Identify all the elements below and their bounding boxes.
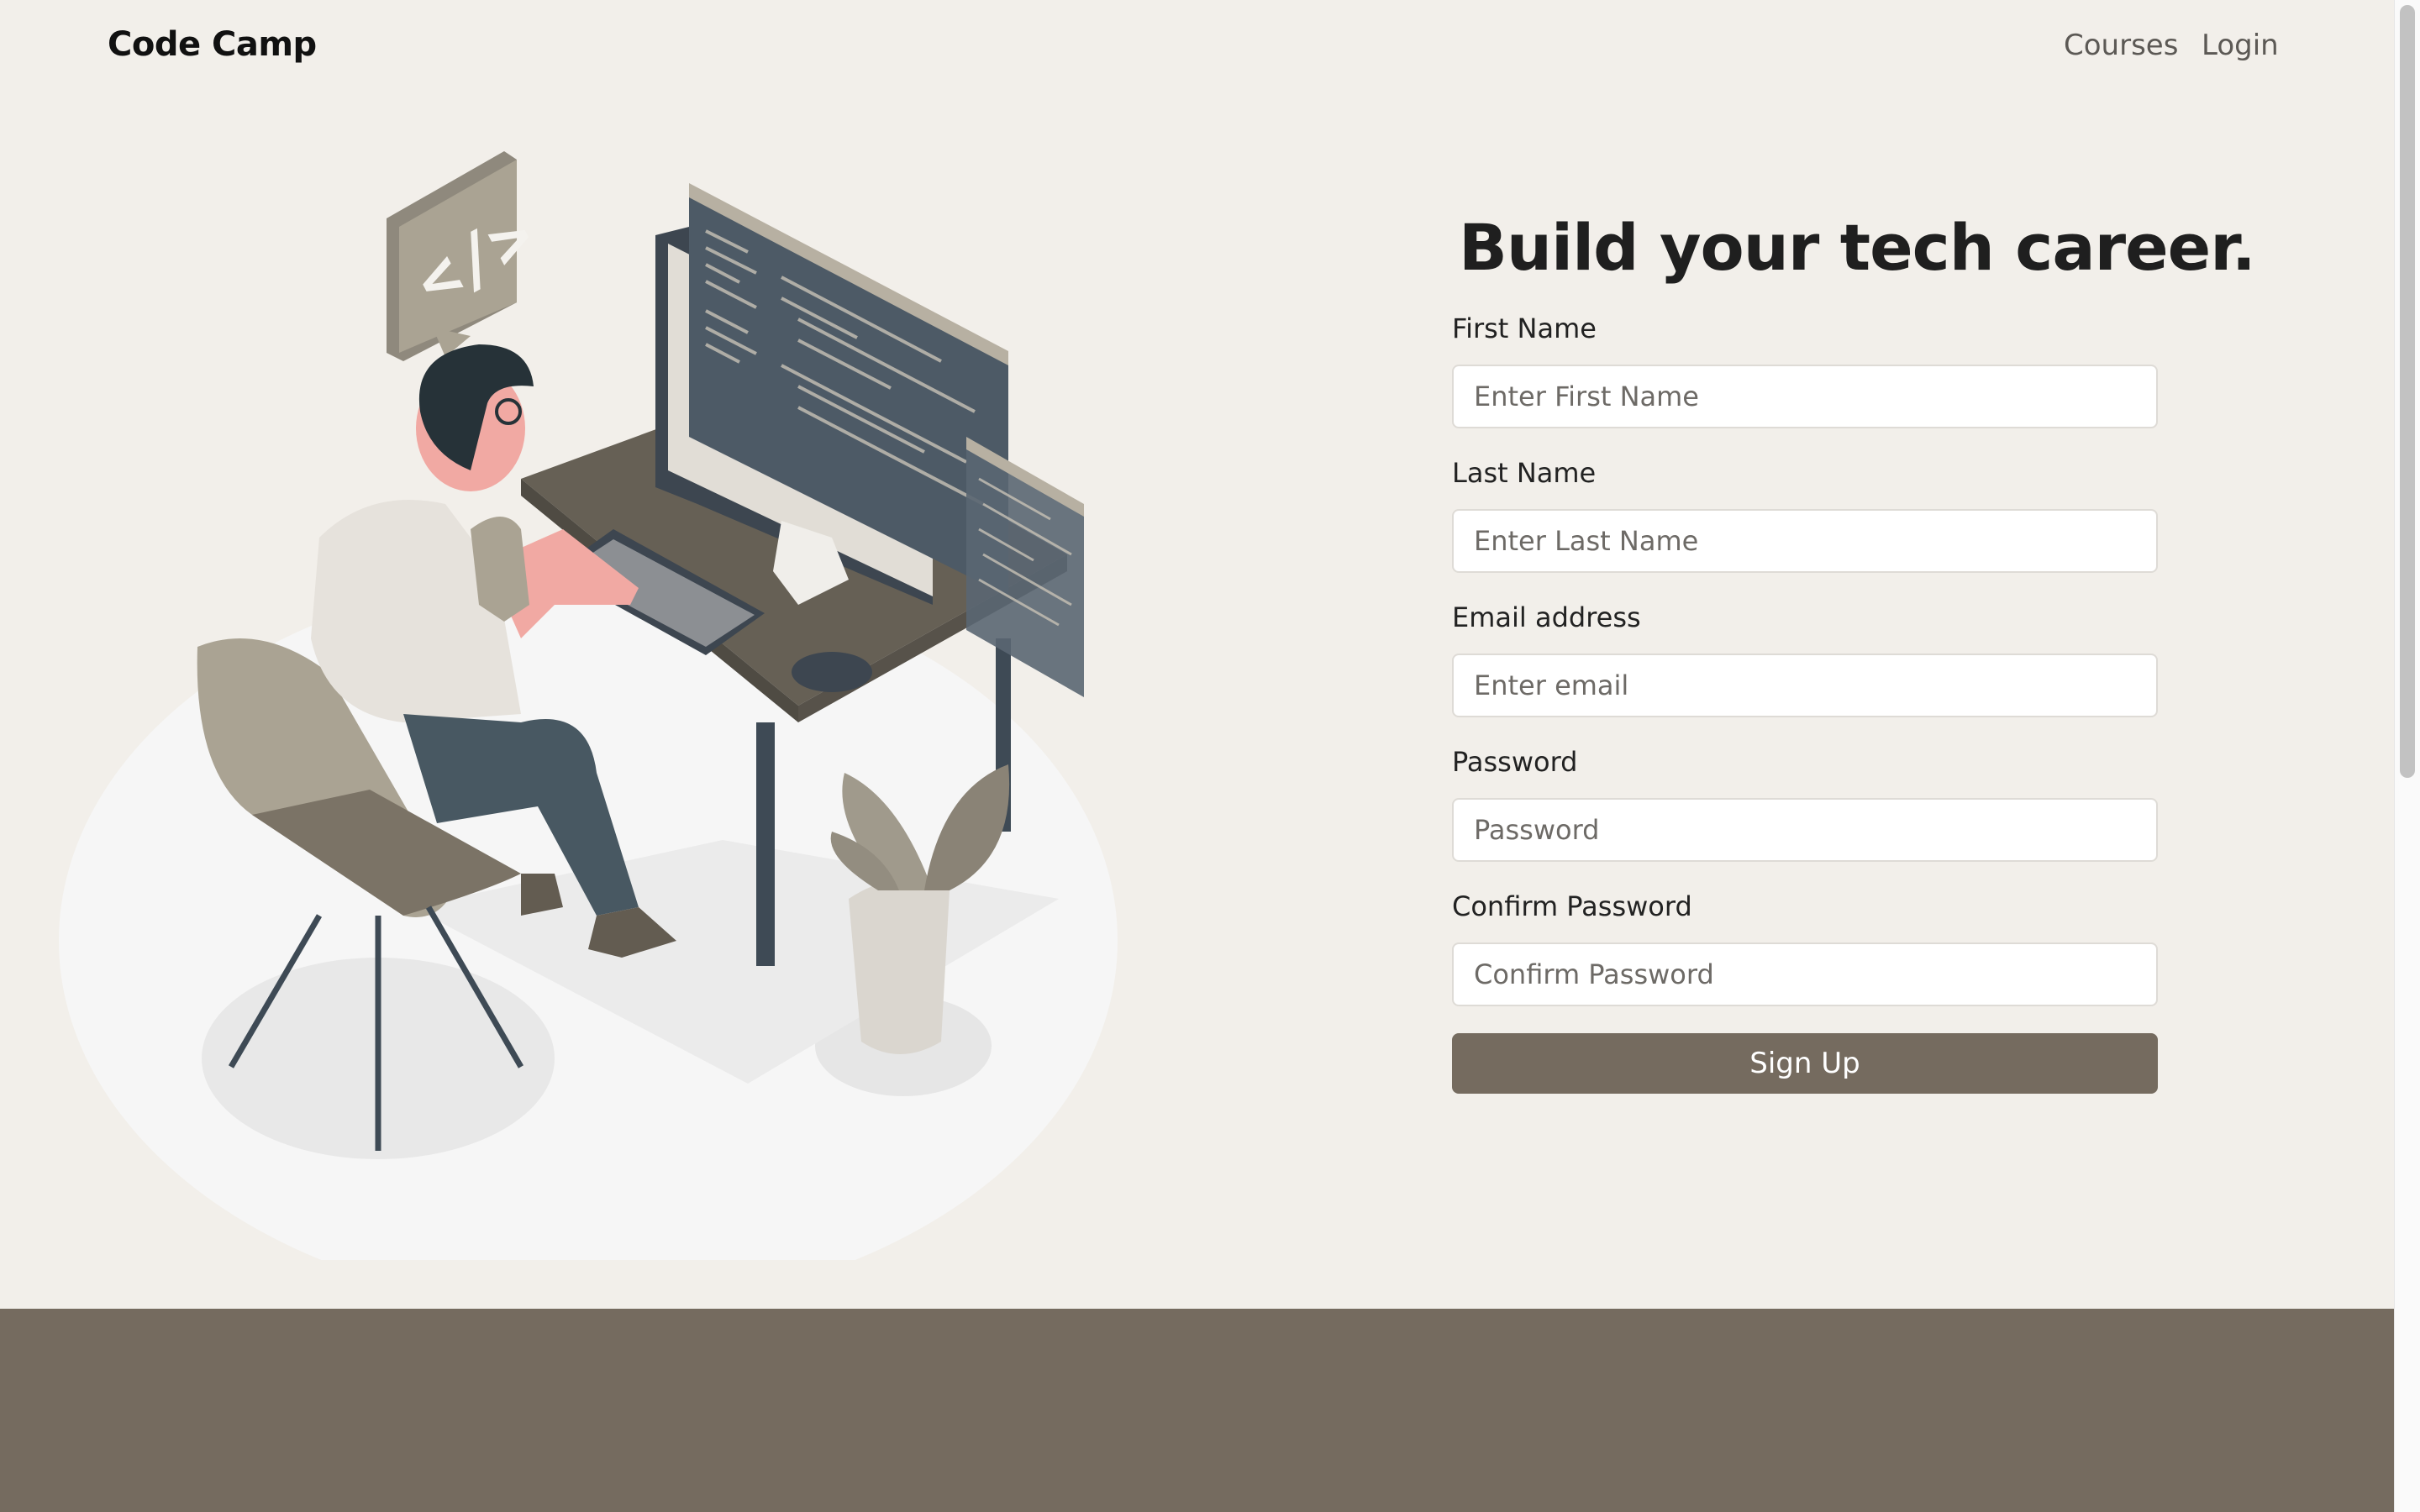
email-label: Email address: [1452, 601, 1641, 633]
last-name-input[interactable]: [1452, 509, 2158, 573]
mouse: [792, 652, 872, 692]
footer-band: [0, 1309, 2395, 1512]
confirm-password-label: Confirm Password: [1452, 890, 1692, 922]
confirm-password-input[interactable]: [1452, 942, 2158, 1006]
page: Code Camp Courses Login </> Build your t…: [0, 0, 2395, 1512]
code-window: [966, 437, 1084, 697]
scrollbar-thumb[interactable]: [2400, 5, 2415, 778]
page-title: Build your tech career.: [1459, 210, 2256, 285]
password-label: Password: [1452, 746, 1578, 778]
password-input[interactable]: [1452, 798, 2158, 862]
nav-link-courses[interactable]: Courses: [2064, 29, 2178, 62]
brand-logo[interactable]: Code Camp: [108, 25, 317, 64]
sign-up-button[interactable]: Sign Up: [1452, 1033, 2158, 1094]
page-scrollbar[interactable]: [2394, 0, 2420, 1512]
first-name-label: First Name: [1452, 312, 1597, 344]
first-name-input[interactable]: [1452, 365, 2158, 428]
email-input[interactable]: [1452, 654, 2158, 717]
navbar: Code Camp Courses Login: [0, 0, 2395, 92]
developer-illustration: </>: [59, 151, 1118, 1260]
nav-link-login[interactable]: Login: [2202, 29, 2279, 62]
code-bubble-icon: </>: [387, 151, 547, 361]
last-name-label: Last Name: [1452, 457, 1597, 489]
